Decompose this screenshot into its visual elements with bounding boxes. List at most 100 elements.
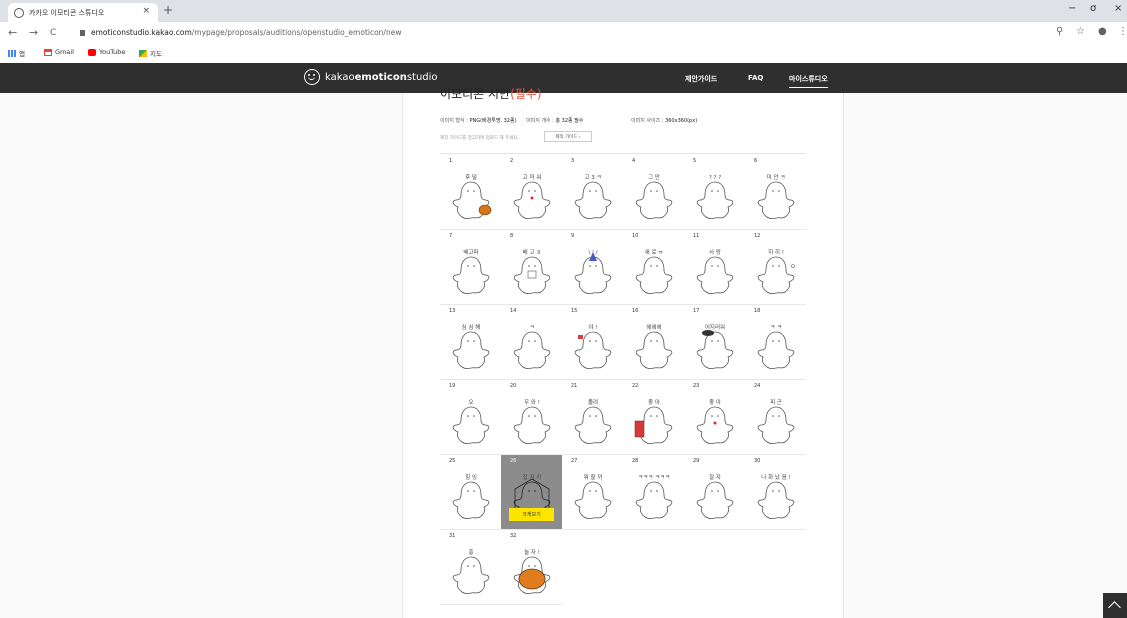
nav-proposal-guide[interactable]: 제안가이드 (685, 74, 717, 84)
ghost-emoticon-image: 뭐 할 까 (574, 473, 612, 520)
grid-row-divider (440, 229, 806, 230)
emoticon-slot[interactable]: 8 배 고 ㅍ (501, 229, 562, 304)
ghost-eye (778, 190, 780, 192)
emoticon-slot[interactable]: 22 좋 아 (623, 379, 684, 454)
maps-icon (139, 49, 147, 57)
box-icon (527, 270, 537, 279)
ghost-emoticon-image: 야 ! (574, 323, 612, 370)
slot-number: 16 (632, 308, 639, 314)
ghost-eye (473, 415, 475, 417)
ghost-eye (711, 340, 713, 342)
bookmark-label: 앱 (19, 50, 25, 58)
emoticon-slot[interactable]: 2 고 마 워 (501, 154, 562, 229)
ghost-body (635, 256, 673, 295)
nav-my-studio[interactable]: 마이스튜디오 (789, 74, 828, 88)
bookmark-label: YouTube (99, 48, 126, 56)
emoticon-caption: 히 히 ! (768, 248, 784, 256)
emoticon-caption: 야 ! (588, 323, 597, 331)
emoticon-slot[interactable]: 10 새 로 ㅠ (623, 229, 684, 304)
ghost-body (513, 256, 551, 295)
back-icon[interactable]: ← (8, 26, 17, 39)
ghost-eye (717, 265, 719, 267)
emoticon-slot[interactable]: 20 우 와 ! (501, 379, 562, 454)
emoticon-slot[interactable]: 15 야 ! (562, 304, 623, 379)
close-window-icon[interactable]: × (1114, 3, 1122, 14)
emoticon-slot[interactable]: 7 배고파 (440, 229, 501, 304)
emoticon-slot[interactable]: 24 피 곤 (745, 379, 806, 454)
emoticon-slot[interactable]: 12 히 히 ! (745, 229, 806, 304)
bookmark-gmail[interactable]: Gmail (44, 48, 74, 56)
ghost-eye (467, 265, 469, 267)
url-field[interactable]: emoticonstudio.kakao.com/mypage/proposal… (80, 28, 401, 37)
ghost-eye (528, 265, 530, 267)
emoticon-slot[interactable]: 27 뭐 할 까 (562, 454, 623, 529)
emoticon-slot[interactable]: 19 오 (440, 379, 501, 454)
emoticon-caption: 후 덜 (465, 173, 477, 181)
minimize-icon[interactable]: − (1068, 3, 1076, 14)
emoticon-slot[interactable]: 16 헤헤헤 (623, 304, 684, 379)
emoticon-slot[interactable]: 30 나 화 났 음 ! (745, 454, 806, 529)
star-icon[interactable]: ☆ (1076, 26, 1085, 37)
emoticon-slot[interactable]: 28 ㅋㅋㅋ ㅋㅋㅋ (623, 454, 684, 529)
ghost-emoticon-image: 고 마 워 (513, 173, 551, 220)
bookmark-apps[interactable]: 앱 (8, 48, 25, 58)
star-icon (791, 264, 795, 268)
menu-icon[interactable]: ⋮ (1118, 26, 1127, 37)
slot-number: 3 (571, 158, 575, 164)
nav-faq[interactable]: FAQ (748, 74, 763, 82)
grid-row-divider (440, 304, 806, 305)
ghost-emoticon-image: 좋 아 (634, 398, 673, 445)
emoticon-slot[interactable]: 4 그 만 (623, 154, 684, 229)
ghost-body (452, 556, 490, 595)
bookmark-maps[interactable]: 지도 (139, 48, 162, 58)
emoticon-caption: ㅋ ㅋ (770, 325, 782, 331)
emoticon-slot[interactable]: 11 사 랑 (684, 229, 745, 304)
emoticon-slot[interactable]: 9 \ | / (562, 229, 623, 304)
ghost-eye (772, 190, 774, 192)
emoticon-slot[interactable]: 13 심 심 해 (440, 304, 501, 379)
scroll-to-top-button[interactable] (1103, 593, 1127, 618)
ghost-body (757, 406, 795, 445)
slot-number: 8 (510, 233, 514, 239)
emoticon-slot[interactable]: 29 잘 자 (684, 454, 745, 529)
ghost-emoticon-image: 새 로 ㅠ (635, 248, 673, 295)
ghost-eye (534, 190, 536, 192)
spec-count-label: 이미지 개수 : (526, 118, 556, 124)
bookmark-youtube[interactable]: YouTube (88, 48, 125, 56)
ghost-emoticon-image: ? ? ? (696, 175, 734, 220)
emoticon-slot[interactable]: 32 놀 자 ! (501, 529, 562, 604)
browser-tab[interactable]: 카카오 이모티콘 스튜디오 × (8, 3, 158, 22)
profile-icon[interactable]: ● (1098, 26, 1107, 37)
emoticon-slot[interactable]: 6 미 안 ㅋ (745, 154, 806, 229)
emoticon-slot[interactable]: 1 후 덜 (440, 154, 501, 229)
maximize-icon[interactable]: σ (1090, 3, 1096, 14)
slot-number: 10 (632, 233, 639, 239)
emoticon-slot[interactable]: 3 고 3 ㅋ (562, 154, 623, 229)
tab-close-icon[interactable]: × (142, 6, 150, 16)
new-tab-button[interactable]: + (163, 3, 173, 17)
emoticon-slot[interactable]: 14 ㅋ (501, 304, 562, 379)
ghost-eye (595, 415, 597, 417)
ghost-eye (717, 340, 719, 342)
slot-number: 32 (510, 533, 517, 539)
emoticon-slot[interactable]: 26 집 지 키 크게보기 (501, 454, 562, 529)
emoticon-slot[interactable]: 23 좋 아 (684, 379, 745, 454)
emoticon-slot[interactable]: 17 어지러워 (684, 304, 745, 379)
ghost-emoticon-image: 히 히 ! (757, 248, 795, 295)
forward-icon[interactable]: → (29, 26, 38, 39)
emoticon-caption: 뭐 할 까 (584, 473, 603, 481)
enlarge-view-button[interactable]: 크게보기 (509, 508, 554, 521)
emoticon-slot[interactable]: 25 힝 잉 (440, 454, 501, 529)
kakao-emoticon-logo[interactable]: kakao emoticon studio (304, 69, 438, 85)
ghost-body (452, 481, 490, 520)
reload-icon[interactable]: C (50, 28, 56, 38)
emoticon-slot[interactable]: 21 졸려 (562, 379, 623, 454)
production-guide-button[interactable]: 제작 가이드 › (544, 131, 592, 142)
emoticon-slot[interactable]: 31 흥 (440, 529, 501, 604)
ghost-eye (528, 490, 530, 492)
emoticon-slot[interactable]: 18 ㅋ ㅋ (745, 304, 806, 379)
zoom-icon[interactable]: ⚲ (1056, 26, 1063, 37)
emoticon-slot[interactable]: 5 ? ? ? (684, 154, 745, 229)
emoticon-caption: 놀 자 ! (524, 548, 540, 556)
ghost-eye (467, 490, 469, 492)
